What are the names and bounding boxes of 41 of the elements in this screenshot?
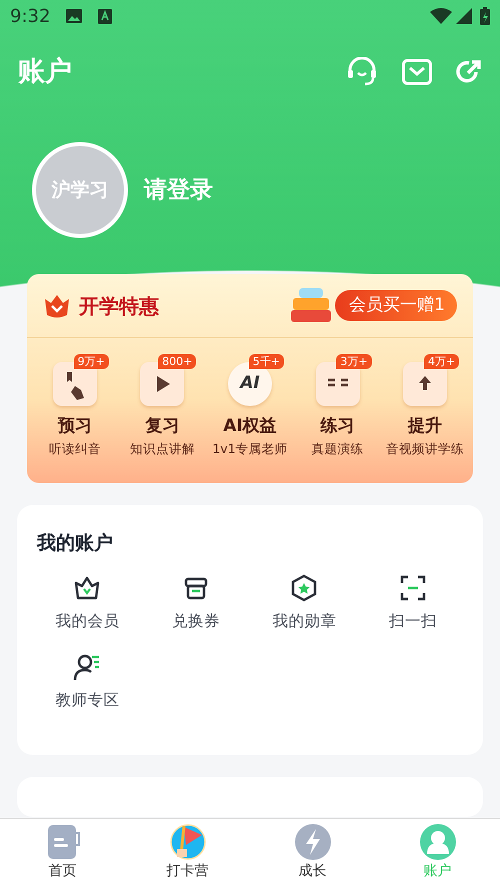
- feature-title[interactable]: 练习: [320, 414, 355, 440]
- teacher-icon: [73, 652, 102, 681]
- promo-title: 开学特惠: [79, 292, 159, 320]
- headset-icon[interactable]: [346, 57, 378, 87]
- image-icon: [66, 9, 82, 23]
- count-badge: 4万+: [424, 354, 460, 369]
- feature-subtitle: 1v1专属老师: [212, 440, 288, 458]
- battery-icon: [480, 7, 490, 25]
- feature-subtitle: 真题演练: [312, 440, 364, 458]
- feature-subtitle: 听读纠音: [48, 440, 101, 458]
- count-badge: 800+: [158, 354, 196, 369]
- page-title: 账户: [18, 54, 72, 89]
- section-title: 我的账户: [36, 531, 114, 556]
- tab[interactable]: 打卡营: [125, 819, 250, 888]
- tab[interactable]: 成长: [250, 819, 375, 888]
- menu-item[interactable]: 兑换券: [172, 610, 220, 633]
- count-badge: 3万+: [336, 354, 372, 369]
- feature-subtitle: 知识点讲解: [130, 440, 195, 458]
- feature-title[interactable]: 复习: [145, 414, 180, 440]
- feature-title[interactable]: 预习: [58, 414, 92, 440]
- wifi-icon: [430, 8, 452, 24]
- share-icon[interactable]: [456, 59, 482, 85]
- flag-icon: [168, 823, 206, 861]
- feature-title[interactable]: AI权益: [223, 414, 277, 440]
- text-icon: [98, 8, 112, 24]
- signal-icon: [456, 8, 472, 24]
- crown-icon: [43, 292, 71, 318]
- tab[interactable]: 首页: [0, 819, 125, 888]
- menu-item[interactable]: 我的会员: [55, 610, 120, 633]
- mail-icon[interactable]: [402, 59, 432, 85]
- person-icon: [418, 823, 456, 861]
- lightning-icon: [294, 823, 332, 861]
- count-badge: 9万+: [74, 354, 109, 369]
- scan-icon: [398, 574, 427, 602]
- menu-item[interactable]: 扫一扫: [388, 610, 437, 633]
- badge-icon: [290, 574, 318, 602]
- menu-item[interactable]: 我的勋章: [272, 610, 336, 633]
- status-time: 9:32: [10, 4, 50, 28]
- menu-item[interactable]: 教师专区: [55, 688, 120, 712]
- feature-subtitle: 音视频讲学练: [386, 440, 464, 458]
- feature-title[interactable]: 提升: [408, 414, 442, 440]
